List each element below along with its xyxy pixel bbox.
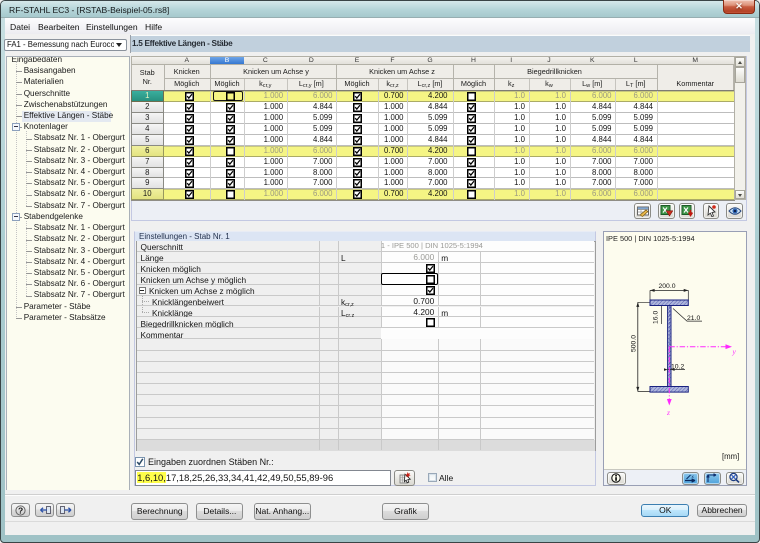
svg-text:16.0: 16.0 (653, 311, 660, 324)
svg-text:?: ? (18, 505, 23, 515)
svg-text:10.2: 10.2 (671, 363, 684, 370)
svg-text:z: z (666, 408, 670, 417)
svg-text:y: y (732, 347, 737, 356)
svg-text:21.0: 21.0 (687, 315, 700, 322)
svg-text:500.0: 500.0 (631, 335, 638, 352)
svg-text:x: x (692, 474, 695, 479)
svg-text:200.0: 200.0 (659, 283, 676, 290)
